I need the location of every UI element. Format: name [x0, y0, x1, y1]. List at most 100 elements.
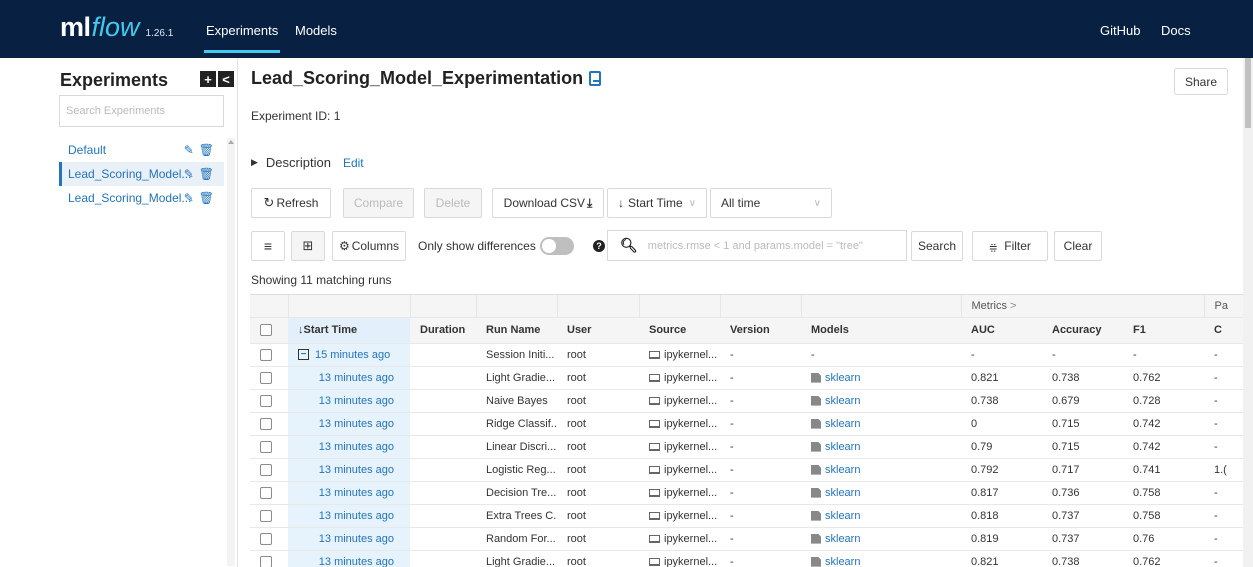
list-view-button[interactable]: ≡ — [251, 231, 285, 261]
copy-icon[interactable] — [589, 71, 602, 86]
runs-search-input[interactable]: 🔍︎ metrics.rmse < 1 and params.model = "… — [607, 230, 907, 261]
sidebar-item-lead-scoring-2[interactable]: Lead_Scoring_Model... ✎ 🗑 — [59, 186, 224, 210]
sidebar-scrollbar[interactable] — [227, 138, 235, 566]
column-header-accuracy[interactable]: Accuracy — [1042, 317, 1123, 344]
start-time-cell[interactable]: 13 minutes ago — [288, 366, 410, 390]
run-name-cell[interactable]: Linear Discri... — [476, 435, 557, 459]
mlflow-logo[interactable]: ml flow 1.26.1 — [60, 12, 173, 43]
columns-button[interactable]: ⚙ Columns — [332, 231, 406, 261]
column-header-auc[interactable]: AUC — [961, 317, 1042, 344]
models-cell[interactable]: sklearn — [801, 527, 961, 551]
run-name-cell[interactable]: Naive Bayes — [476, 389, 557, 413]
source-cell[interactable]: ipykernel... — [639, 435, 720, 459]
row-checkbox[interactable] — [250, 458, 288, 482]
collapse-icon[interactable]: − — [298, 349, 309, 361]
source-cell[interactable]: ipykernel... — [639, 550, 720, 567]
compare-button[interactable]: Compare — [343, 188, 414, 218]
search-button[interactable]: Search — [911, 231, 963, 261]
table-row[interactable]: 13 minutes ago Extra Trees C... root ipyker… — [250, 504, 1253, 528]
table-row[interactable]: 13 minutes ago Decision Tre... root ipykern… — [250, 481, 1253, 505]
source-cell[interactable]: ipykernel... — [639, 527, 720, 551]
sidebar-item-lead-scoring-1[interactable]: Lead_Scoring_Model... ✎ 🗑 — [59, 162, 224, 186]
source-cell[interactable]: ipykernel... — [639, 366, 720, 390]
page-scrollbar[interactable] — [1243, 58, 1253, 567]
table-row[interactable]: 13 minutes ago Naive Bayes root ipykernel..… — [250, 389, 1253, 413]
edit-icon[interactable]: ✎ — [184, 191, 194, 205]
download-csv-button[interactable]: Download CSV ⤓ — [492, 188, 604, 218]
table-row[interactable]: 13 minutes ago Light Gradie... root ipykern… — [250, 366, 1253, 390]
column-header-duration[interactable]: Duration — [410, 317, 476, 344]
models-cell[interactable]: sklearn — [801, 458, 961, 482]
nav-models[interactable]: Models — [295, 23, 337, 38]
select-all-checkbox[interactable] — [250, 317, 288, 344]
column-header-version[interactable]: Version — [720, 317, 801, 344]
source-cell[interactable]: ipykernel... — [639, 458, 720, 482]
models-cell[interactable]: sklearn — [801, 504, 961, 528]
row-checkbox[interactable] — [250, 550, 288, 567]
run-name-cell[interactable]: Session Initi... — [476, 343, 557, 367]
table-row[interactable]: 13 minutes ago Logistic Reg... root ipykern… — [250, 458, 1253, 482]
table-row[interactable]: 13 minutes ago Light Gradie... root ipykern… — [250, 550, 1253, 567]
models-cell[interactable]: sklearn — [801, 389, 961, 413]
help-icon[interactable]: ? — [593, 240, 605, 252]
source-cell[interactable]: ipykernel... — [639, 412, 720, 436]
row-checkbox[interactable] — [250, 366, 288, 390]
column-header-run-name[interactable]: Run Name — [476, 317, 557, 344]
run-name-cell[interactable]: Random For... — [476, 527, 557, 551]
table-row[interactable]: 13 minutes ago Linear Discri... root ipyker… — [250, 435, 1253, 459]
row-checkbox[interactable] — [250, 481, 288, 505]
metrics-group-header[interactable]: Metrics > — [961, 295, 1205, 318]
source-cell[interactable]: ipykernel... — [639, 504, 720, 528]
row-checkbox[interactable] — [250, 435, 288, 459]
run-name-cell[interactable]: Logistic Reg... — [476, 458, 557, 482]
row-checkbox[interactable] — [250, 527, 288, 551]
share-button[interactable]: Share — [1174, 68, 1228, 95]
sort-select[interactable]: ↓ Start Time ∨ — [607, 188, 707, 218]
row-checkbox[interactable] — [250, 504, 288, 528]
delete-button[interactable]: Delete — [424, 188, 482, 218]
source-cell[interactable]: ipykernel... — [639, 481, 720, 505]
source-cell[interactable]: ipykernel... — [639, 343, 720, 367]
column-header-source[interactable]: Source — [639, 317, 720, 344]
models-cell[interactable]: sklearn — [801, 412, 961, 436]
start-time-cell[interactable]: 13 minutes ago — [288, 550, 410, 567]
start-time-cell[interactable]: 13 minutes ago — [288, 412, 410, 436]
trash-icon[interactable]: 🗑 — [199, 191, 214, 205]
models-cell[interactable]: sklearn — [801, 550, 961, 567]
nav-github[interactable]: GitHub — [1100, 23, 1140, 38]
clear-button[interactable]: Clear — [1054, 231, 1102, 261]
models-cell[interactable]: sklearn — [801, 366, 961, 390]
row-checkbox[interactable] — [250, 389, 288, 413]
start-time-cell[interactable]: 13 minutes ago — [288, 435, 410, 459]
description-label[interactable]: Description — [266, 155, 331, 170]
nav-experiments[interactable]: Experiments — [203, 23, 281, 53]
run-name-cell[interactable]: Light Gradie... — [476, 366, 557, 390]
run-name-cell[interactable]: Extra Trees C... — [476, 504, 557, 528]
models-cell[interactable]: sklearn — [801, 435, 961, 459]
start-time-cell[interactable]: 13 minutes ago — [288, 458, 410, 482]
caret-right-icon[interactable]: ▶ — [251, 157, 258, 168]
edit-icon[interactable]: ✎ — [184, 167, 194, 181]
run-name-cell[interactable]: Light Gradie... — [476, 550, 557, 567]
collapse-sidebar-button[interactable]: < — [218, 71, 234, 87]
start-time-cell[interactable]: 13 minutes ago — [288, 504, 410, 528]
nav-docs[interactable]: Docs — [1161, 23, 1191, 38]
column-header-start-time[interactable]: ↓Start Time — [288, 317, 410, 344]
add-experiment-button[interactable]: + — [200, 71, 216, 87]
column-header-models[interactable]: Models — [801, 317, 961, 344]
sidebar-item-default[interactable]: Default ✎ 🗑 — [59, 138, 224, 162]
refresh-button[interactable]: ↻ Refresh — [251, 188, 331, 218]
start-time-cell[interactable]: −15 minutes ago — [288, 343, 410, 367]
trash-icon[interactable]: 🗑 — [199, 143, 214, 157]
table-row[interactable]: 13 minutes ago Ridge Classif... root ipyker… — [250, 412, 1253, 436]
only-differences-toggle[interactable] — [540, 237, 574, 255]
start-time-cell[interactable]: 13 minutes ago — [288, 389, 410, 413]
start-time-cell[interactable]: 13 minutes ago — [288, 527, 410, 551]
column-header-f1[interactable]: F1 — [1123, 317, 1204, 344]
search-experiments-input[interactable]: Search Experiments — [59, 95, 224, 127]
row-checkbox[interactable] — [250, 412, 288, 436]
filter-button[interactable]: ⩷ Filter — [972, 231, 1048, 261]
description-edit-link[interactable]: Edit — [343, 156, 364, 170]
start-time-cell[interactable]: 13 minutes ago — [288, 481, 410, 505]
table-row[interactable]: −15 minutes ago Session Initi... root ipyke… — [250, 343, 1253, 367]
